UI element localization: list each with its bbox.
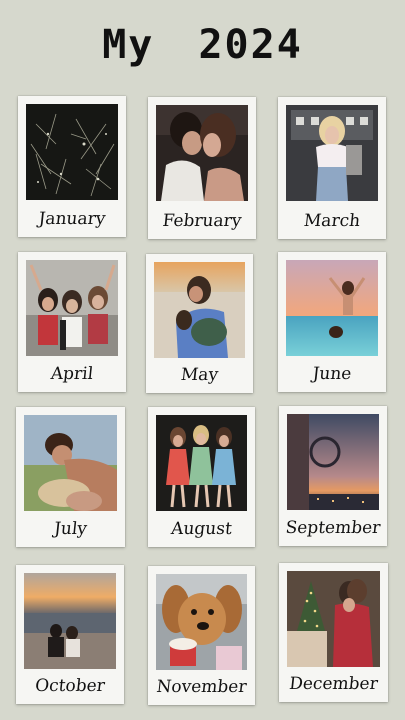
month-label-july: July bbox=[53, 519, 88, 539]
month-label-april: April bbox=[49, 364, 95, 384]
polaroid-october[interactable]: October bbox=[16, 565, 124, 704]
polaroid-february[interactable]: February bbox=[148, 97, 256, 239]
polaroid-january[interactable]: January bbox=[18, 96, 126, 237]
polaroid-june[interactable]: June bbox=[278, 252, 386, 392]
photo-mirror-selfie bbox=[286, 105, 378, 201]
page-title: My 2024 bbox=[102, 22, 303, 68]
month-label-august: August bbox=[170, 519, 233, 539]
photo-couple-lying bbox=[24, 415, 117, 511]
photo-dog-icecream bbox=[156, 574, 247, 670]
photo-fireworks bbox=[26, 104, 118, 200]
month-label-october: October bbox=[34, 676, 106, 696]
photo-christmas-hug bbox=[287, 571, 380, 667]
month-label-december: December bbox=[288, 674, 379, 694]
month-label-may: May bbox=[179, 365, 220, 385]
photo-beach-hug bbox=[154, 262, 245, 358]
polaroid-march[interactable]: March bbox=[278, 97, 386, 239]
photo-group-friends bbox=[26, 260, 118, 356]
month-label-january: January bbox=[37, 209, 107, 229]
month-label-february: February bbox=[161, 211, 243, 231]
polaroid-september[interactable]: September bbox=[279, 406, 387, 546]
polaroid-december[interactable]: December bbox=[279, 563, 388, 702]
polaroid-april[interactable]: April bbox=[18, 252, 126, 392]
polaroid-may[interactable]: May bbox=[146, 254, 253, 393]
polaroid-november[interactable]: November bbox=[148, 566, 255, 705]
month-label-november: November bbox=[155, 677, 248, 697]
polaroid-august[interactable]: August bbox=[148, 407, 255, 547]
photo-beach-sunset-couple bbox=[24, 573, 116, 669]
photo-ocean-sunset bbox=[286, 260, 378, 356]
photo-city-dusk bbox=[287, 414, 379, 510]
month-label-september: September bbox=[284, 518, 382, 538]
polaroid-july[interactable]: July bbox=[16, 407, 125, 547]
photo-couple-kiss bbox=[156, 105, 248, 201]
month-label-march: March bbox=[302, 211, 362, 231]
month-label-june: June bbox=[311, 364, 353, 384]
photo-fairy-costumes bbox=[156, 415, 247, 511]
